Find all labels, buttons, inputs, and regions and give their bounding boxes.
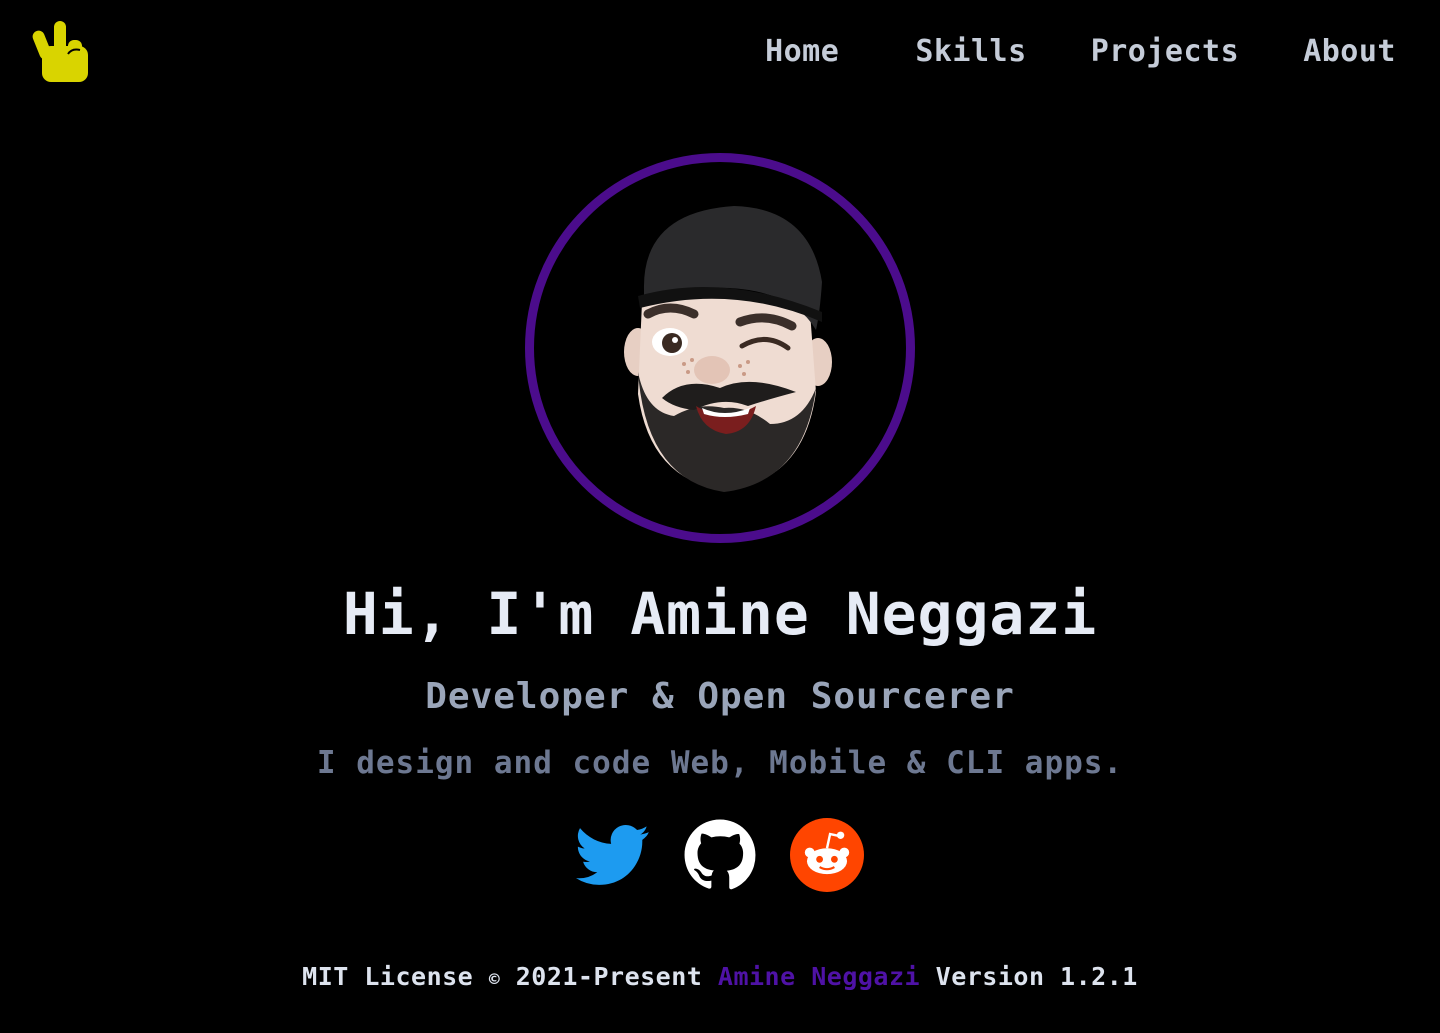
avatar <box>525 153 915 543</box>
github-icon <box>684 819 756 890</box>
nav-home-link[interactable]: Home <box>765 34 839 69</box>
reddit-link[interactable] <box>790 818 864 892</box>
nav-projects-link[interactable]: Projects <box>1091 34 1240 69</box>
nav-about-link[interactable]: About <box>1303 34 1396 69</box>
page-subtitle: Developer & Open Sourcerer <box>425 676 1015 717</box>
reddit-icon <box>790 818 864 892</box>
license-text: MIT License <box>302 962 474 991</box>
social-links <box>0 818 1440 892</box>
footer: MIT License © 2021-Present Amine Neggazi… <box>0 962 1440 991</box>
nav-skills-link[interactable]: Skills <box>915 34 1026 69</box>
github-link[interactable] <box>683 818 757 892</box>
author-link[interactable]: Amine Neggazi <box>718 962 920 991</box>
twitter-link[interactable] <box>576 818 650 892</box>
memoji-avatar <box>624 206 832 492</box>
version-text: Version 1.2.1 <box>935 962 1138 991</box>
copyright-years: 2021-Present <box>515 962 703 991</box>
page-tagline: I design and code Web, Mobile & CLI apps… <box>316 745 1124 781</box>
peace-hand-icon[interactable] <box>30 18 94 84</box>
copyright-icon: © <box>488 969 501 990</box>
main-nav: Home Skills Projects About <box>765 34 1396 69</box>
page-title: Hi, I'm Amine Neggazi <box>342 580 1098 648</box>
twitter-icon <box>576 824 649 885</box>
